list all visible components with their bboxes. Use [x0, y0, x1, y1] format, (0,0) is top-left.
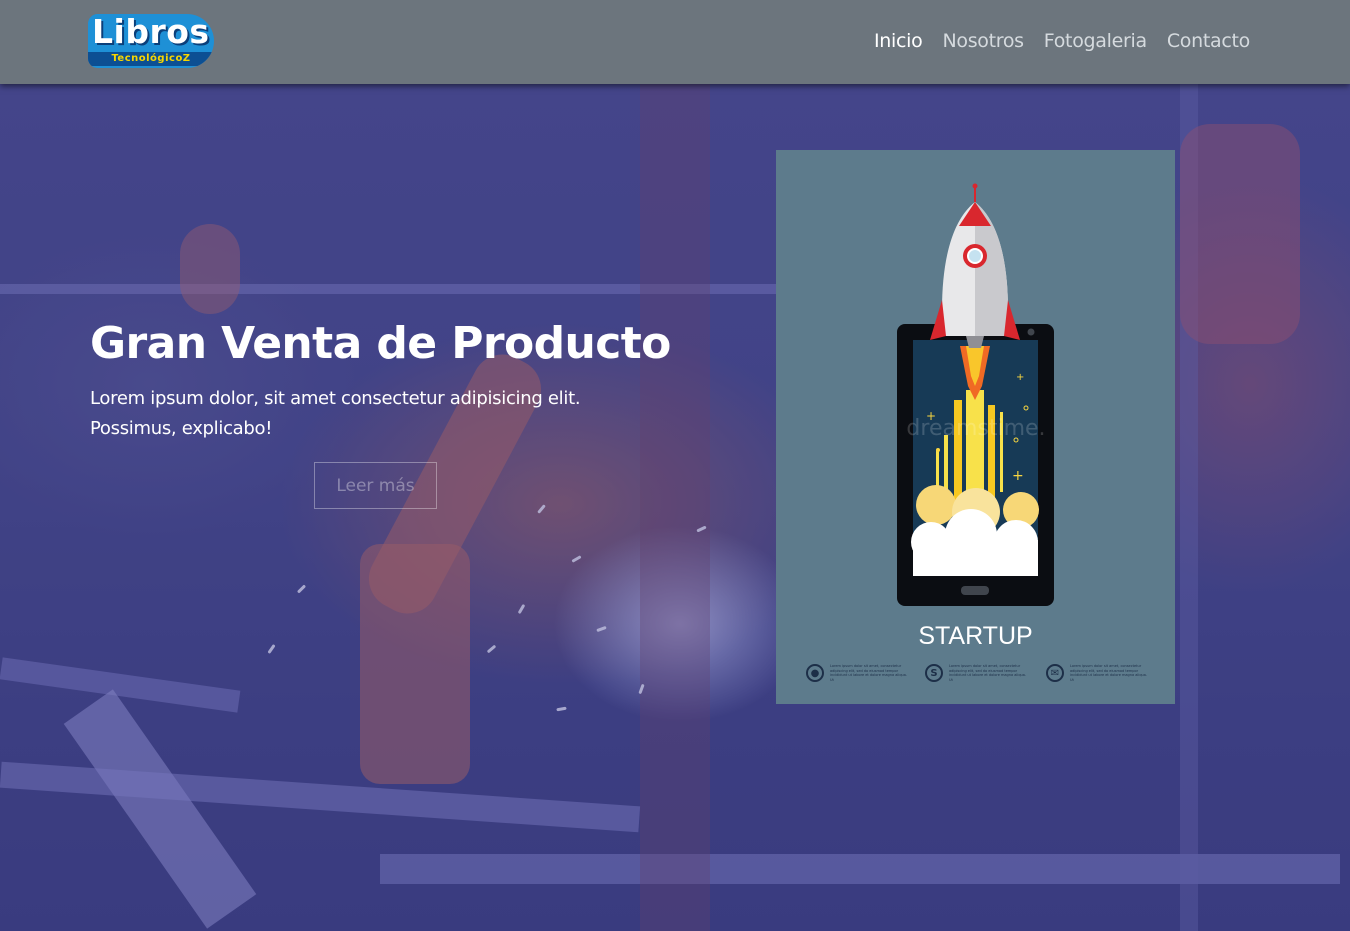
feature-text: Lorem ipsum dolor sit amet, consectetur …: [1070, 664, 1148, 682]
dollar-icon: S: [925, 664, 943, 682]
nav-link-nosotros[interactable]: Nosotros: [942, 30, 1024, 52]
image-watermark: dreamstime.: [906, 416, 1046, 441]
logo-sub-text: TecnológicoZ: [88, 52, 214, 66]
logo-main-text: Libros: [92, 14, 210, 51]
nav-link-fotogaleria[interactable]: Fotogaleria: [1044, 30, 1147, 52]
mail-icon: ✉: [1046, 664, 1064, 682]
product-card-title: STARTUP: [918, 622, 1033, 650]
feature-text: Lorem ipsum dolor sit amet, consectetur …: [830, 664, 908, 682]
feature-item: S Lorem ipsum dolor sit amet, consectetu…: [925, 664, 1027, 682]
tablet-home-button: [961, 586, 989, 595]
feature-text: Lorem ipsum dolor sit amet, consectetur …: [949, 664, 1027, 682]
nav-link-contacto[interactable]: Contacto: [1167, 30, 1250, 52]
main-nav: Inicio Nosotros Fotogaleria Contacto: [874, 30, 1250, 52]
hero-title: Gran Venta de Producto: [90, 318, 671, 369]
nav-link-inicio[interactable]: Inicio: [874, 30, 923, 52]
users-icon: ●: [806, 664, 824, 682]
svg-text:+: +: [1012, 468, 1024, 484]
top-navbar: Libros TecnológicoZ Inicio Nosotros Foto…: [0, 0, 1350, 84]
brand-logo[interactable]: Libros TecnológicoZ: [88, 14, 214, 68]
svg-text:+: +: [1016, 372, 1024, 383]
leer-mas-button[interactable]: Leer más: [314, 462, 437, 509]
hero-description: Lorem ipsum dolor, sit amet consectetur …: [90, 388, 581, 439]
tablet-camera: [1027, 328, 1035, 336]
feature-item: ● Lorem ipsum dolor sit amet, consectetu…: [806, 664, 908, 682]
feature-item: ✉ Lorem ipsum dolor sit amet, consectetu…: [1046, 664, 1148, 682]
product-image-card[interactable]: + + + dreamstime. STARTUP ● Lorem ipsum …: [776, 150, 1175, 704]
